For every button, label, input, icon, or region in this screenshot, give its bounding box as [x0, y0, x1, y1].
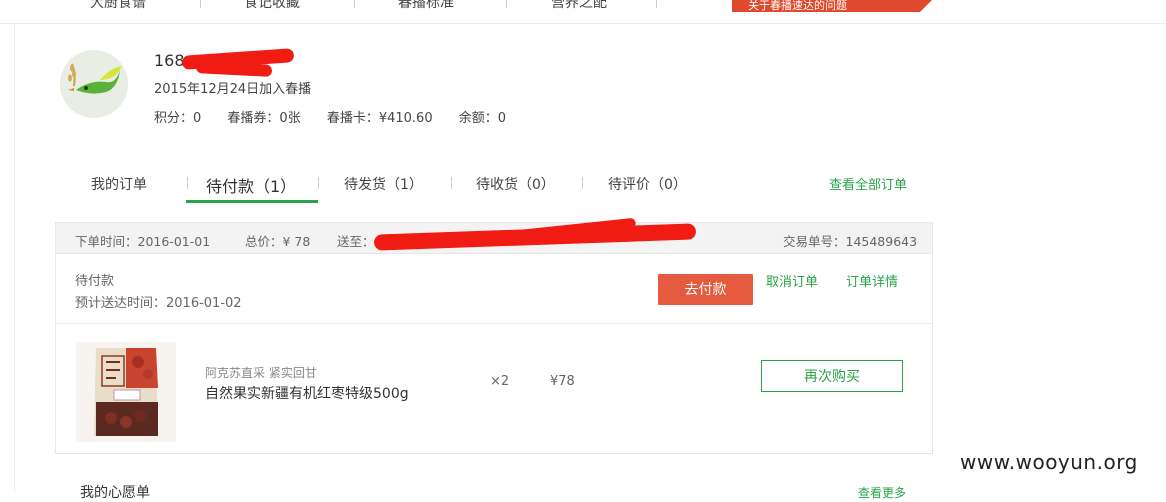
username: 168 — [154, 51, 185, 70]
nav-item-standard[interactable]: 春播标准 — [398, 0, 454, 12]
tab-pending-review[interactable]: 待评价（0） — [608, 174, 687, 194]
left-divider — [14, 24, 15, 492]
tab-pending-shipment[interactable]: 待发货（1） — [344, 174, 423, 194]
user-avatar[interactable] — [60, 50, 128, 118]
estimated-delivery: 预计送达时间：2016-01-02 — [75, 296, 242, 311]
balance-stat[interactable]: 余额：0 — [459, 111, 506, 126]
pay-button[interactable]: 去付款 — [658, 274, 753, 305]
tab-divider — [318, 177, 319, 189]
coupon-stat[interactable]: 春播券：0张 — [227, 111, 300, 126]
product-row: 阿克苏直采 紧实回甘 自然果实新疆有机红枣特级500g ×2 ¥78 再次购买 — [56, 324, 932, 454]
product-price: ¥78 — [550, 374, 575, 389]
tab-pending-receipt[interactable]: 待收货（0） — [476, 174, 555, 194]
tab-pending-payment[interactable]: 待付款（1） — [206, 173, 296, 197]
bird-logo-icon — [60, 50, 128, 118]
nav-divider — [354, 0, 355, 8]
view-more-link[interactable]: 查看更多 — [858, 484, 906, 501]
card-stat[interactable]: 春播卡：¥410.60 — [327, 111, 433, 126]
nav-divider — [656, 0, 657, 8]
product-image[interactable] — [76, 342, 176, 442]
watermark-text: www.wooyun.org — [960, 450, 1138, 474]
order-detail-link[interactable]: 订单详情 — [846, 271, 898, 290]
order-total: 总价：¥ 78 — [245, 234, 311, 249]
nav-divider — [506, 0, 507, 8]
nav-item-nutrition[interactable]: 营养之配 — [551, 0, 607, 12]
user-stats: 积分：0 春播券：0张 春播卡：¥410.60 余额：0 — [154, 107, 528, 126]
nav-divider — [200, 0, 201, 8]
product-brand: 阿克苏直采 紧实回甘 — [205, 366, 317, 380]
order-status: 待付款 — [75, 274, 115, 289]
redaction-mark — [195, 61, 273, 77]
tab-divider — [451, 177, 452, 189]
cancel-order-link[interactable]: 取消订单 — [766, 271, 818, 290]
tab-my-orders[interactable]: 我的订单 — [91, 174, 147, 194]
active-tab-indicator — [186, 200, 318, 203]
order-status-row: 待付款 预计送达时间：2016-01-02 去付款 取消订单 订单详情 — [56, 254, 932, 324]
wishlist-title: 我的心愿单 — [80, 485, 150, 501]
view-all-orders-link[interactable]: 查看全部订单 — [829, 174, 907, 193]
nav-item-favorites[interactable]: 食记收藏 — [244, 0, 300, 12]
product-name[interactable]: 自然果实新疆有机红枣特级500g — [205, 383, 409, 403]
top-nav: 大厨食谱 食记收藏 春播标准 营养之配 关于春播速达的问题 — [0, 0, 1166, 24]
buy-again-button[interactable]: 再次购买 — [761, 360, 903, 392]
nav-item-recipes[interactable]: 大厨食谱 — [90, 0, 146, 12]
join-date: 2015年12月24日加入春播 — [154, 82, 312, 97]
order-number: 交易单号：145489643 — [783, 234, 918, 249]
order-card: 下单时间：2016-01-01 总价：¥ 78 送至： 交易单号：1454896… — [55, 217, 933, 454]
points-stat[interactable]: 积分：0 — [154, 111, 201, 126]
order-time: 下单时间：2016-01-01 — [75, 234, 211, 249]
tab-divider — [582, 177, 583, 189]
promo-banner[interactable]: 关于春播速达的问题 — [732, 0, 932, 12]
jujube-package-icon — [76, 342, 176, 442]
ship-to: 送至： — [337, 234, 375, 249]
order-tabs: 我的订单 待付款（1） 待发货（1） 待收货（0） 待评价（0） — [55, 166, 933, 206]
tab-divider — [187, 177, 188, 189]
product-quantity: ×2 — [490, 374, 510, 389]
